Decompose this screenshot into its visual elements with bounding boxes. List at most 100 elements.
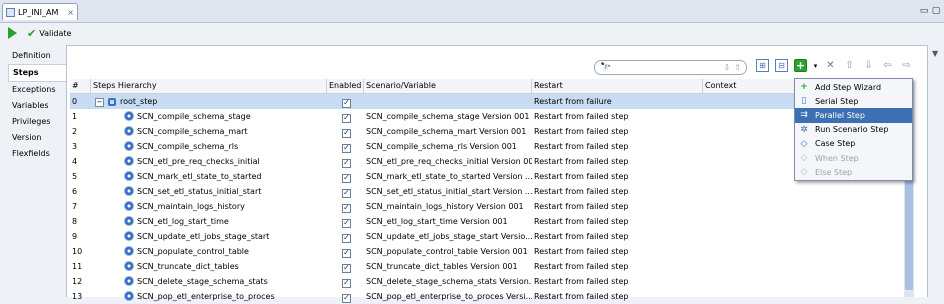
scenario-cell[interactable]: SCN_etl_log_start_time Version 001: [364, 214, 532, 229]
table-row[interactable]: 4 SCN_etl_pre_req_checks_initial ✓ SCN_etl_…: [70, 154, 909, 169]
step-name-cell[interactable]: SCN_compile_schema_stage: [91, 109, 327, 124]
step-name-cell[interactable]: SCN_compile_schema_mart: [91, 124, 327, 139]
step-name-cell[interactable]: SCN_mark_etl_state_to_started: [91, 169, 327, 184]
table-row[interactable]: 2 SCN_compile_schema_mart ✓ SCN_compile_sch…: [70, 124, 909, 139]
nav-item-flexfields[interactable]: Flexfields: [8, 146, 66, 162]
enabled-checkbox[interactable]: ✓: [342, 173, 351, 183]
panel-menu-arrow-icon[interactable]: ▼: [932, 49, 938, 58]
menu-item-serial-step[interactable]: ▯ Serial Step: [795, 94, 912, 108]
maximize-icon[interactable]: ▢: [930, 6, 942, 16]
delete-icon[interactable]: ✕: [824, 59, 837, 72]
col-enabled[interactable]: Enabled: [327, 79, 364, 93]
enabled-checkbox[interactable]: ✓: [342, 233, 351, 243]
menu-item-case-step[interactable]: ◇ Case Step: [795, 137, 912, 151]
table-row[interactable]: 12 SCN_delete_stage_schema_stats ✓ SCN_dele…: [70, 274, 909, 289]
restart-cell[interactable]: Restart from failed step: [532, 184, 703, 199]
step-name-cell[interactable]: − root_step: [91, 94, 327, 109]
restart-cell[interactable]: Restart from failed step: [532, 259, 703, 274]
search-prev-icon[interactable]: ⇧: [734, 63, 741, 72]
dropdown-arrow-icon[interactable]: ▾: [813, 59, 818, 72]
collapse-node-icon[interactable]: −: [95, 98, 104, 107]
enabled-checkbox[interactable]: ✓: [342, 113, 351, 123]
scenario-cell[interactable]: SCN_compile_schema_rls Version 001: [364, 139, 532, 154]
scenario-cell[interactable]: SCN_mark_etl_state_to_started Version ..…: [364, 169, 532, 184]
scenario-cell[interactable]: SCN_delete_stage_schema_stats Version...: [364, 274, 532, 289]
enabled-checkbox[interactable]: ✓: [342, 143, 351, 153]
col-restart[interactable]: Restart: [532, 79, 703, 93]
close-tab-icon[interactable]: ×: [67, 8, 74, 17]
scenario-cell[interactable]: SCN_compile_schema_stage Version 001: [364, 109, 532, 124]
table-row[interactable]: 8 SCN_etl_log_start_time ✓ SCN_etl_log_star…: [70, 214, 909, 229]
restart-cell[interactable]: Restart from failed step: [532, 124, 703, 139]
nav-item-steps[interactable]: Steps: [8, 64, 66, 82]
scenario-cell[interactable]: SCN_update_etl_jobs_stage_start Versio..…: [364, 229, 532, 244]
step-name-cell[interactable]: SCN_populate_control_table: [91, 244, 327, 259]
restart-cell[interactable]: Restart from failure: [532, 94, 703, 109]
step-name-cell[interactable]: SCN_set_etl_status_initial_start: [91, 184, 327, 199]
table-row[interactable]: 1 SCN_compile_schema_stage ✓ SCN_compile_sc…: [70, 109, 909, 124]
validate-button[interactable]: ✔ Validate: [27, 27, 71, 40]
enabled-checkbox[interactable]: ✓: [342, 188, 351, 198]
col-steps-hierarchy[interactable]: Steps Hierarchy: [91, 79, 327, 93]
enabled-checkbox[interactable]: ✓: [342, 158, 351, 168]
menu-item-add-step-wizard[interactable]: + Add Step Wizard: [795, 80, 912, 94]
restart-cell[interactable]: Restart from failed step: [532, 169, 703, 184]
scenario-cell[interactable]: SCN_maintain_logs_history Version 001: [364, 199, 532, 214]
step-name-cell[interactable]: SCN_update_etl_jobs_stage_start: [91, 229, 327, 244]
table-row[interactable]: 0 − root_step ✓ Restart from failure: [70, 94, 909, 109]
collapse-all-icon[interactable]: ⊟: [775, 59, 788, 72]
step-name-cell[interactable]: SCN_compile_schema_rls: [91, 139, 327, 154]
menu-item-run-scenario-step[interactable]: ✲ Run Scenario Step: [795, 123, 912, 137]
nav-item-exceptions[interactable]: Exceptions: [8, 82, 66, 98]
nav-item-definition[interactable]: Definition: [8, 48, 66, 64]
restart-cell[interactable]: Restart from failed step: [532, 154, 703, 169]
minimize-icon[interactable]: ▭: [918, 6, 930, 16]
enabled-checkbox[interactable]: ✓: [342, 203, 351, 213]
table-row[interactable]: 11 SCN_truncate_dict_tables ✓ SCN_truncate_…: [70, 259, 909, 274]
restart-cell[interactable]: Restart from failed step: [532, 109, 703, 124]
move-down-icon[interactable]: ⇩: [862, 59, 875, 72]
enabled-checkbox[interactable]: ✓: [342, 98, 351, 108]
nav-item-variables[interactable]: Variables: [8, 98, 66, 114]
scenario-cell[interactable]: SCN_compile_schema_mart Version 001: [364, 124, 532, 139]
enabled-checkbox[interactable]: ✓: [342, 293, 351, 303]
search-field[interactable]: 🔭 ⇩ ⇧: [594, 60, 747, 75]
step-name-cell[interactable]: SCN_etl_log_start_time: [91, 214, 327, 229]
enabled-checkbox[interactable]: ✓: [342, 263, 351, 273]
step-name-cell[interactable]: SCN_maintain_logs_history: [91, 199, 327, 214]
table-row[interactable]: 3 SCN_compile_schema_rls ✓ SCN_compile_sche…: [70, 139, 909, 154]
nav-item-version[interactable]: Version: [8, 130, 66, 146]
scenario-cell[interactable]: SCN_populate_control_table Version 001: [364, 244, 532, 259]
move-right-icon[interactable]: ⇨: [900, 59, 913, 72]
table-row[interactable]: 9 SCN_update_etl_jobs_stage_start ✓ SCN_upd…: [70, 229, 909, 244]
move-left-icon[interactable]: ⇦: [881, 59, 894, 72]
enabled-checkbox[interactable]: ✓: [342, 218, 351, 228]
enabled-checkbox[interactable]: ✓: [342, 278, 351, 288]
scenario-cell[interactable]: SCN_etl_pre_req_checks_initial Version 0…: [364, 154, 532, 169]
add-step-button[interactable]: +: [794, 59, 807, 72]
restart-cell[interactable]: Restart from failed step: [532, 229, 703, 244]
search-next-icon[interactable]: ⇩: [724, 63, 731, 72]
menu-item-parallel-step[interactable]: ⇉ Parallel Step: [795, 108, 912, 123]
restart-cell[interactable]: Restart from failed step: [532, 214, 703, 229]
col-number[interactable]: #: [70, 79, 91, 93]
step-name-cell[interactable]: SCN_etl_pre_req_checks_initial: [91, 154, 327, 169]
expand-all-icon[interactable]: ⊞: [756, 59, 769, 72]
enabled-checkbox[interactable]: ✓: [342, 248, 351, 258]
nav-item-privileges[interactable]: Privileges: [8, 114, 66, 130]
tab-lp-ini-am[interactable]: LP_INI_AM ×: [2, 3, 78, 20]
move-up-icon[interactable]: ⇧: [843, 59, 856, 72]
step-name-cell[interactable]: SCN_truncate_dict_tables: [91, 259, 327, 274]
col-scenario-variable[interactable]: Scenario/Variable: [364, 79, 532, 93]
restart-cell[interactable]: Restart from failed step: [532, 139, 703, 154]
enabled-checkbox[interactable]: ✓: [342, 128, 351, 138]
scenario-cell[interactable]: SCN_set_etl_status_initial_start Version…: [364, 184, 532, 199]
restart-cell[interactable]: Restart from failed step: [532, 244, 703, 259]
table-row[interactable]: 5 SCN_mark_etl_state_to_started ✓ SCN_mark_…: [70, 169, 909, 184]
restart-cell[interactable]: Restart from failed step: [532, 274, 703, 289]
restart-cell[interactable]: Restart from failed step: [532, 199, 703, 214]
table-row[interactable]: 7 SCN_maintain_logs_history ✓ SCN_maintain_…: [70, 199, 909, 214]
run-icon[interactable]: [8, 27, 17, 39]
step-name-cell[interactable]: SCN_delete_stage_schema_stats: [91, 274, 327, 289]
table-row[interactable]: 10 SCN_populate_control_table ✓ SCN_populat…: [70, 244, 909, 259]
